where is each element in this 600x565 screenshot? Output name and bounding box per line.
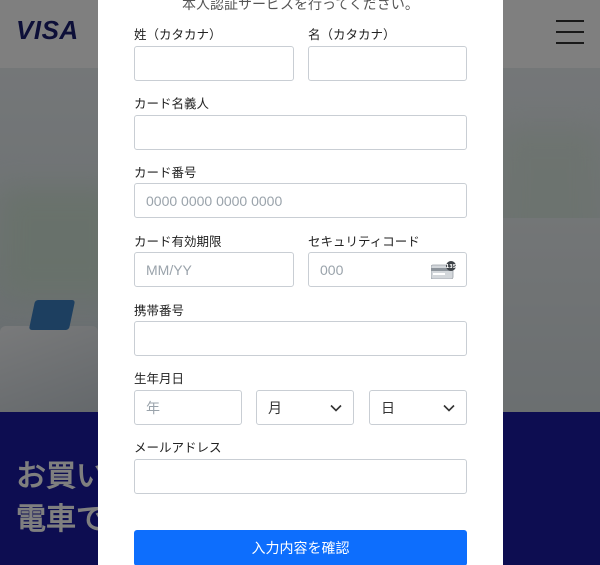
expiry-label: カード有効期限	[134, 234, 222, 249]
card-number-label: カード番号	[134, 165, 197, 180]
birthdate-label: 生年月日	[134, 371, 185, 386]
verification-modal: 本人認証サービスを行ってください。 姓（カタカナ） 名（カタカナ） カード名義人…	[98, 0, 503, 565]
chevron-down-icon	[443, 404, 455, 412]
first-name-label: 名（カタカナ）	[308, 27, 396, 42]
birth-month-value: 月	[268, 399, 282, 416]
security-code-label: セキュリティコード	[308, 234, 420, 249]
last-name-kana-input[interactable]	[134, 46, 294, 81]
birth-month-select[interactable]: 月	[256, 390, 354, 425]
birth-day-value: 日	[381, 399, 395, 416]
expiry-input[interactable]	[134, 252, 294, 287]
card-holder-label: カード名義人	[134, 96, 210, 111]
email-input[interactable]	[134, 459, 467, 494]
svg-text:135: 135	[446, 264, 457, 270]
first-name-kana-input[interactable]	[308, 46, 467, 81]
mobile-number-input[interactable]	[134, 321, 467, 356]
credit-card-cvv-icon: 135	[431, 261, 457, 279]
birth-day-select[interactable]: 日	[369, 390, 467, 425]
email-label: メールアドレス	[134, 440, 222, 455]
card-number-input[interactable]	[134, 183, 467, 218]
modal-subtitle: 本人認証サービスを行ってください。	[182, 0, 419, 13]
confirm-button[interactable]: 入力内容を確認	[134, 530, 467, 565]
birth-year-input[interactable]	[134, 390, 242, 425]
chevron-down-icon	[330, 404, 342, 412]
mobile-label: 携帯番号	[134, 303, 185, 318]
card-holder-input[interactable]	[134, 115, 467, 150]
last-name-label: 姓（カタカナ）	[134, 27, 222, 42]
